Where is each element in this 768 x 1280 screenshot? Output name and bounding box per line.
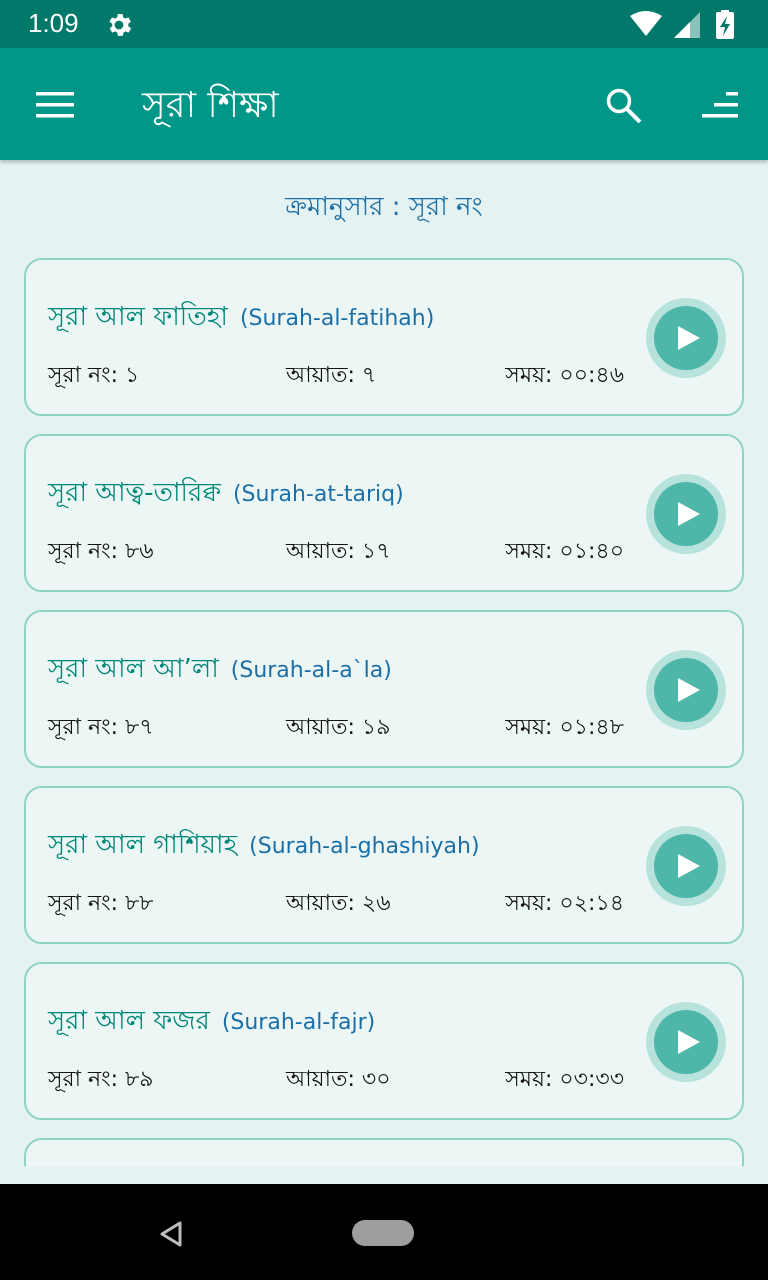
surah-name-bn: সূরা আল আ’লা — [48, 654, 219, 684]
surah-card[interactable]: সূরা আল ফজর (Surah-al-fajr) সূরা নং: ৮৯ আয়… — [24, 962, 744, 1120]
system-status-icons — [630, 10, 734, 39]
navigation-bar — [0, 1184, 768, 1280]
play-icon-circle — [654, 1010, 718, 1074]
duration: সময়: ০১:৪০ — [505, 539, 624, 564]
play-button[interactable] — [646, 1002, 726, 1082]
surah-card[interactable] — [24, 1138, 744, 1166]
sort-icon[interactable] — [700, 90, 740, 122]
ayat-count: আয়াত: ১৭ — [286, 539, 391, 564]
status-bar: 1:09 — [0, 0, 768, 48]
surah-title: সূরা আল ফজর (Surah-al-fajr) — [48, 1000, 375, 1044]
play-icon — [678, 678, 700, 702]
surah-title: সূরা আল গাশিয়াহ (Surah-al-ghashiyah) — [48, 824, 480, 868]
ayat-count: আয়াত: ৩০ — [286, 1067, 391, 1092]
surah-name-en: (Surah-al-a`la) — [230, 658, 392, 683]
duration: সময়: ০০:৪৬ — [505, 363, 624, 388]
menu-icon[interactable] — [36, 90, 76, 120]
app-bar: সূরা শিক্ষা — [0, 48, 768, 160]
surah-name-en: (Surah-at-tariq) — [232, 482, 404, 507]
play-icon-circle — [654, 306, 718, 370]
duration: সময়: ০২:১৪ — [505, 891, 624, 916]
surah-title: সূরা আল আ’লা (Surah-al-a`la) — [48, 648, 392, 692]
surah-name-en: (Surah-al-fatihah) — [239, 306, 435, 331]
surah-card[interactable]: সূরা আত্ব-তারিক্ব (Surah-at-tariq) সূরা নং… — [24, 434, 744, 592]
play-icon-circle — [654, 482, 718, 546]
surah-name-en: (Surah-al-fajr) — [221, 1010, 376, 1035]
gear-icon — [109, 14, 132, 36]
surah-number: সূরা নং: ১ — [48, 363, 140, 388]
surah-number: সূরা নং: ৮৭ — [48, 715, 154, 740]
surah-name-bn: সূরা আল ফজর — [48, 1006, 210, 1036]
play-icon-circle — [654, 834, 718, 898]
ayat-count: আয়াত: ৭ — [286, 363, 377, 388]
play-icon — [678, 1030, 700, 1054]
play-icon — [678, 854, 700, 878]
surah-number: সূরা নং: ৮৯ — [48, 1067, 154, 1092]
play-button[interactable] — [646, 826, 726, 906]
surah-card[interactable]: সূরা আল গাশিয়াহ (Surah-al-ghashiyah) সূরা… — [24, 786, 744, 944]
surah-card[interactable]: সূরা আল ফাতিহা (Surah-al-fatihah) সূরা নং:… — [24, 258, 744, 416]
surah-name-bn: সূরা আত্ব-তারিক্ব — [48, 478, 221, 508]
play-icon — [678, 502, 700, 526]
surah-name-bn: সূরা আল ফাতিহা — [48, 302, 228, 332]
play-icon — [678, 326, 700, 350]
play-icon-circle — [654, 658, 718, 722]
surah-title: সূরা আল ফাতিহা (Surah-al-fatihah) — [48, 296, 434, 340]
wifi-icon — [630, 11, 662, 36]
home-button[interactable] — [352, 1220, 414, 1246]
back-icon[interactable] — [158, 1220, 184, 1248]
battery-charging-icon — [716, 10, 734, 39]
play-button[interactable] — [646, 650, 726, 730]
surah-card[interactable]: সূরা আল আ’লা (Surah-al-a`la) সূরা নং: ৮৭ আয… — [24, 610, 744, 768]
sort-order-label: ক্রমানুসার : সূরা নং — [285, 192, 483, 222]
duration: সময়: ০৩:৩৩ — [505, 1067, 624, 1092]
search-icon[interactable] — [604, 86, 644, 126]
duration: সময়: ০১:৪৮ — [505, 715, 624, 740]
play-button[interactable] — [646, 474, 726, 554]
app-title: সূরা শিক্ষা — [142, 85, 279, 126]
status-time: 1:09 — [28, 8, 79, 38]
surah-number: সূরা নং: ৮৬ — [48, 539, 154, 564]
surah-name-bn: সূরা আল গাশিয়াহ — [48, 830, 238, 860]
ayat-count: আয়াত: ২৬ — [286, 891, 391, 916]
surah-title: সূরা আত্ব-তারিক্ব (Surah-at-tariq) — [48, 472, 404, 516]
play-button[interactable] — [646, 298, 726, 378]
surah-list: সূরা আল ফাতিহা (Surah-al-fatihah) সূরা নং:… — [24, 258, 744, 1166]
ayat-count: আয়াত: ১৯ — [286, 715, 391, 740]
surah-number: সূরা নং: ৮৮ — [48, 891, 154, 916]
surah-name-en: (Surah-al-ghashiyah) — [249, 834, 480, 859]
